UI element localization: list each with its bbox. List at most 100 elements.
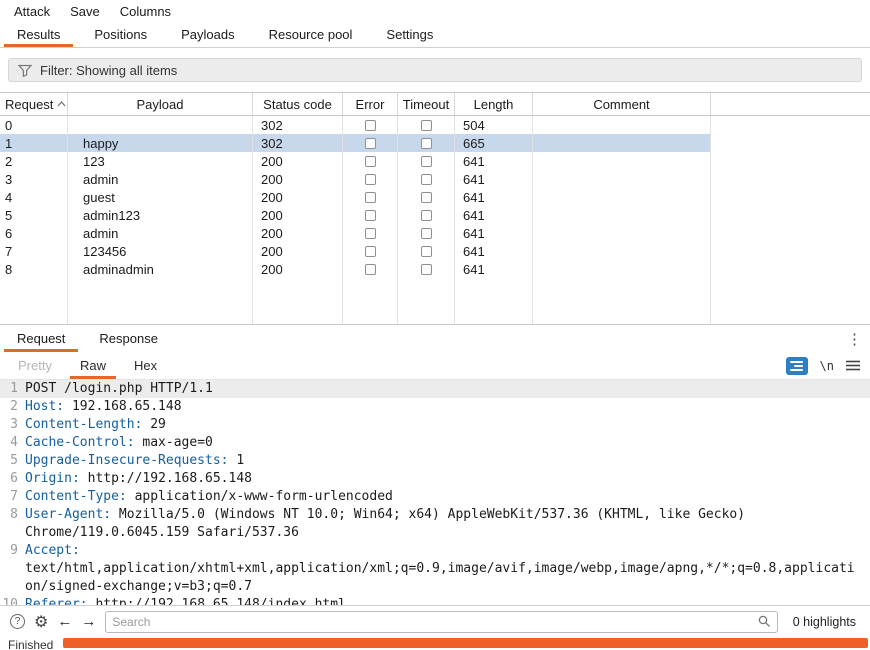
next-match-icon[interactable]: → [81,613,96,630]
timeout-cell [398,263,455,275]
pretty-print-icon[interactable] [785,356,808,375]
menubar: Attack Save Columns [0,0,870,22]
editor-line: 4 Cache-Control: max-age=0 [0,434,870,452]
hamburger-menu-icon[interactable] [846,360,860,371]
column-label: Error [355,96,385,112]
status-code-cell: 200 [261,153,283,169]
line-number: 3 [10,417,18,432]
results-table-header: Request Payload Status code Error Timeou… [0,92,870,116]
status-code-cell: 200 [261,243,283,259]
table-row[interactable]: 5 admin123 200 641 [0,206,711,224]
request-number-cell: 1 [5,135,13,151]
search-input[interactable] [112,614,758,629]
table-row[interactable]: 8 adminadmin 200 641 [0,260,711,278]
table-row[interactable]: 3 admin 200 641 [0,170,711,188]
tab-response[interactable]: Response [82,325,175,352]
error-checkbox[interactable] [365,263,376,275]
length-cell: 641 [463,207,485,223]
editor-line: 3 Content-Length: 29 [0,416,870,434]
show-linebreaks-icon[interactable]: \n [820,359,834,373]
timeout-cell [398,227,455,239]
status-code-cell: 200 [261,261,283,277]
table-row[interactable]: 4 guest 200 641 [0,188,711,206]
error-checkbox[interactable] [365,191,376,203]
column-header-timeout[interactable]: Timeout [398,93,455,115]
error-cell [343,263,398,275]
progress-bar [63,638,868,648]
results-table-body[interactable]: 0 302 504 1 happy 302 665 2 123 200 641 3 admin 200 64… [0,116,870,324]
line-content: Origin: http://192.168.65.148 [18,470,870,488]
error-checkbox[interactable] [365,155,376,167]
length-cell: 641 [463,225,485,241]
timeout-checkbox[interactable] [421,209,432,221]
column-label: Request [5,96,54,112]
timeout-checkbox[interactable] [421,137,432,149]
timeout-checkbox[interactable] [421,119,432,131]
timeout-checkbox[interactable] [421,263,432,275]
tab-raw[interactable]: Raw [66,352,120,379]
request-number-cell: 7 [5,243,13,259]
request-number-cell: 6 [5,225,13,241]
table-row[interactable]: 0 302 504 [0,116,711,134]
tab-settings[interactable]: Settings [369,22,450,47]
tab-positions[interactable]: Positions [77,22,164,47]
help-icon[interactable]: ? [10,614,25,629]
timeout-checkbox[interactable] [421,173,432,185]
request-number-cell: 5 [5,207,13,223]
http-header-name: Content-Type: [25,489,127,504]
timeout-checkbox[interactable] [421,245,432,257]
http-header-value: http://192.168.65.148 [79,471,252,486]
line-number: 9 [10,543,18,558]
error-checkbox[interactable] [365,173,376,185]
filter-bar[interactable]: Filter: Showing all items [8,58,862,82]
timeout-cell [398,245,455,257]
menu-attack[interactable]: Attack [4,2,60,21]
line-content: Host: 192.168.65.148 [18,398,870,416]
menu-columns[interactable]: Columns [110,2,181,21]
column-header-payload[interactable]: Payload [68,93,253,115]
error-checkbox[interactable] [365,245,376,257]
tab-pretty[interactable]: Pretty [4,352,66,379]
table-row[interactable]: 2 123 200 641 [0,152,711,170]
search-box [105,610,778,633]
http-header-value: 29 [142,417,166,432]
timeout-checkbox[interactable] [421,191,432,203]
error-cell [343,119,398,131]
editor-line: 10 Referer: http://192.168.65.148/index.h… [0,596,870,605]
http-header-name: User-Agent: [25,507,112,522]
search-bar: ? ⚙ ← → 0 highlights [0,605,870,637]
request-number-cell: 0 [5,117,13,133]
tab-results[interactable]: Results [0,22,77,47]
table-row[interactable]: 7 123456 200 641 [0,242,711,260]
error-checkbox[interactable] [365,227,376,239]
table-row[interactable]: 6 admin 200 641 [0,224,711,242]
timeout-checkbox[interactable] [421,155,432,167]
column-header-request[interactable]: Request [0,93,68,115]
length-cell: 504 [463,117,485,133]
search-icon[interactable] [758,615,771,628]
payload-cell: admin [83,171,119,187]
tab-hex[interactable]: Hex [120,352,171,379]
tab-payloads[interactable]: Payloads [164,22,251,47]
error-checkbox[interactable] [365,137,376,149]
editor-line: 9 Accept: text/html,application/xhtml+xml… [0,542,870,596]
column-label: Payload [136,96,184,112]
column-header-comment[interactable]: Comment [533,93,711,115]
previous-match-icon[interactable]: ← [57,613,72,630]
column-header-status-code[interactable]: Status code [253,93,343,115]
table-row[interactable]: 1 happy 302 665 [0,134,711,152]
tab-request[interactable]: Request [0,325,82,352]
status-code-cell: 200 [261,189,283,205]
editor-toolbar-icons: \n [785,352,870,379]
error-checkbox[interactable] [365,119,376,131]
request-editor[interactable]: 1 POST /login.php HTTP/1.1 2 Host: 192.168.… [0,380,870,605]
menu-save[interactable]: Save [60,2,110,21]
column-header-error[interactable]: Error [343,93,398,115]
request-number-cell: 2 [5,153,13,169]
column-header-length[interactable]: Length [455,93,533,115]
settings-gear-icon[interactable]: ⚙ [34,612,48,632]
tab-resource-pool[interactable]: Resource pool [252,22,370,47]
error-checkbox[interactable] [365,209,376,221]
timeout-checkbox[interactable] [421,227,432,239]
panel-menu-icon[interactable]: ⋮ [847,325,862,352]
